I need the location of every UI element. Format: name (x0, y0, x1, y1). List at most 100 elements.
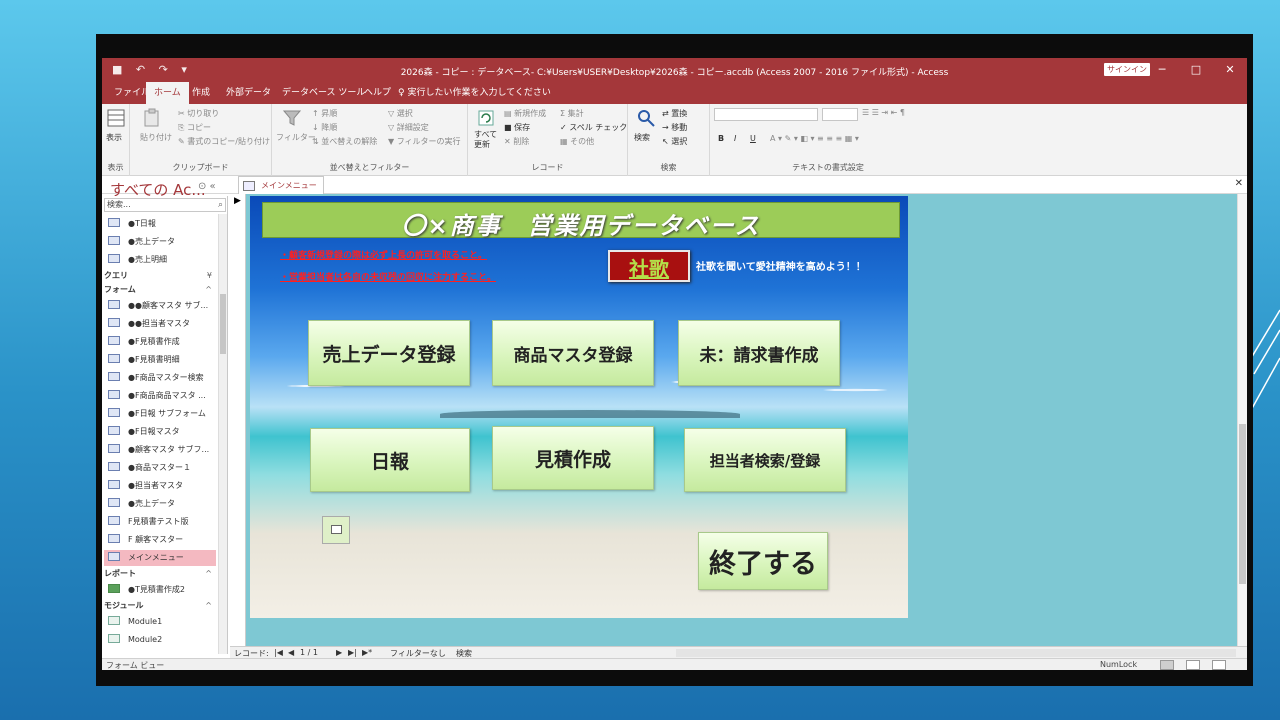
signin-button[interactable]: サインイン (1104, 63, 1150, 76)
nav-group-form[interactable]: フォーム ^ (104, 283, 216, 297)
form-icon (108, 426, 120, 435)
invoice-button[interactable]: 未：請求書作成 (678, 320, 840, 386)
view-button[interactable]: 表示 (106, 132, 122, 143)
nav-table-item[interactable]: ●売上データ (108, 234, 216, 250)
close-document-icon[interactable]: ✕ (1235, 178, 1243, 189)
view-icon[interactable] (106, 108, 126, 128)
underline-button[interactable]: U (750, 134, 756, 143)
nav-form-item[interactable]: F 顧客マスター (108, 532, 216, 548)
new-record-nav-button[interactable]: ▶* (362, 648, 372, 657)
tab-main-menu[interactable]: メインメニュー (238, 176, 324, 194)
nav-group-report[interactable]: レポート ^ (104, 567, 216, 581)
ascending-button[interactable]: ↑ 昇順 (312, 108, 337, 119)
more-button[interactable]: ▦ その他 (560, 136, 594, 147)
maximize-button[interactable]: □ (1179, 58, 1213, 82)
replace-button[interactable]: ⇄ 置換 (662, 108, 687, 119)
tab-help[interactable]: ヘルプ (356, 82, 399, 104)
font-color-icon[interactable]: A ▾ ✎ ▾ ◧ ▾ ≡ ≡ ≡ ▦ ▾ (770, 134, 859, 143)
form-vertical-scrollbar[interactable] (1237, 194, 1247, 646)
layout-view-icon[interactable] (1186, 660, 1200, 670)
next-record-button[interactable]: ▶ (336, 648, 342, 657)
font-size-field[interactable] (822, 108, 858, 121)
product-master-button[interactable]: 商品マスタ登録 (492, 320, 654, 386)
tab-home[interactable]: ホーム (146, 82, 189, 104)
format-painter-button[interactable]: ✎ 書式のコピー/貼り付け (178, 136, 270, 147)
form-view-icon[interactable] (1160, 660, 1174, 670)
design-view-icon[interactable] (1212, 660, 1226, 670)
copy-button[interactable]: ⎘ コピー (178, 122, 211, 133)
close-button[interactable]: ✕ (1213, 58, 1247, 82)
nav-scroll-thumb[interactable] (220, 294, 226, 354)
remove-sort-button[interactable]: ⇅ 並べ替えの解除 (312, 136, 377, 147)
nav-form-item[interactable]: F見積書テスト版 (108, 514, 216, 530)
filter-icon[interactable] (282, 108, 302, 128)
refresh-icon[interactable] (476, 108, 496, 128)
tab-create[interactable]: 作成 (184, 82, 218, 104)
paste-button[interactable]: 貼り付け (140, 132, 172, 143)
nav-form-item[interactable]: ●F見積書作成 (108, 334, 216, 350)
nav-form-item[interactable]: ●顧客マスタ サブフ... (108, 442, 216, 458)
record-selector[interactable]: ▶ (230, 194, 246, 646)
nav-group-query[interactable]: クエリ ¥ (104, 269, 216, 283)
nav-form-item[interactable]: ●商品マスター１ (108, 460, 216, 476)
nav-form-item[interactable]: ●F日報マスタ (108, 424, 216, 440)
record-position[interactable]: 1 / 1 (300, 648, 318, 657)
nav-form-item[interactable]: ●●顧客マスタ サブ... (108, 298, 216, 314)
nav-form-item[interactable]: ●F商品マスター検索 (108, 370, 216, 386)
nav-form-item-selected[interactable]: メインメニュー (104, 550, 216, 566)
nav-module-item[interactable]: Module2 (108, 632, 216, 648)
totals-button[interactable]: Σ 集計 (560, 108, 584, 119)
bold-button[interactable]: B (718, 134, 724, 143)
nav-form-item[interactable]: ●売上データ (108, 496, 216, 512)
nav-form-item[interactable]: ●F見積書明細 (108, 352, 216, 368)
nav-pane-controls[interactable]: ⊙ « (198, 181, 216, 192)
small-form-control[interactable] (322, 516, 350, 544)
search-icon[interactable]: ⌕ (218, 199, 223, 211)
descending-button[interactable]: ↓ 降順 (312, 122, 337, 133)
nav-search-input[interactable]: 検索... ⌕ (104, 198, 226, 212)
first-record-button[interactable]: |◀ (274, 648, 283, 657)
form-scroll-thumb[interactable] (1239, 424, 1246, 584)
delete-record-button[interactable]: ✕ 削除 (504, 136, 529, 147)
sales-entry-button[interactable]: 売上データ登録 (308, 320, 470, 386)
exit-button[interactable]: 終了する (698, 532, 828, 590)
selection-button[interactable]: ▽ 選択 (388, 108, 413, 119)
list-format-icons[interactable]: ☰ ☰ ⇥ ⇤ ¶ (862, 108, 905, 117)
nav-module-item[interactable]: Module1 (108, 614, 216, 630)
nav-form-item[interactable]: ●担当者マスタ (108, 478, 216, 494)
staff-search-button[interactable]: 担当者検索/登録 (684, 428, 846, 492)
tab-external-data[interactable]: 外部データ (218, 82, 279, 104)
save-record-icon: ■ (504, 123, 515, 132)
prev-record-button[interactable]: ◀ (288, 648, 294, 657)
minimize-button[interactable]: ─ (1145, 58, 1179, 82)
last-record-button[interactable]: ▶| (348, 648, 357, 657)
italic-button[interactable]: I (734, 134, 736, 143)
find-button[interactable]: 検索 (634, 132, 650, 143)
nav-form-item[interactable]: ●●担当者マスタ (108, 316, 216, 332)
new-record-button[interactable]: ▤ 新規作成 (504, 108, 546, 119)
daily-report-button[interactable]: 日報 (310, 428, 470, 492)
tell-me-box[interactable]: ♀ 実行したい作業を入力してください (398, 82, 551, 104)
nav-scrollbar[interactable] (218, 214, 227, 654)
advanced-button[interactable]: ▽ 詳細設定 (388, 122, 429, 133)
nav-form-item[interactable]: ●F日報 サブフォーム (108, 406, 216, 422)
cut-button[interactable]: ✂ 切り取り (178, 108, 219, 119)
goto-button[interactable]: → 移動 (662, 122, 687, 133)
find-icon[interactable] (636, 108, 656, 128)
save-record-button[interactable]: ■ 保存 (504, 122, 530, 133)
estimate-button[interactable]: 見積作成 (492, 426, 654, 490)
paste-icon[interactable] (142, 108, 162, 128)
nav-group-module[interactable]: モジュール ^ (104, 599, 216, 613)
nav-table-item[interactable]: ●売上明細 (108, 252, 216, 268)
nav-form-item[interactable]: ●F商品商品マスタ ... (108, 388, 216, 404)
nav-table-item[interactable]: ●T日報 (108, 216, 216, 232)
nav-report-item[interactable]: ●T見積書作成2 (108, 582, 216, 598)
toggle-filter-button[interactable]: ▼ フィルターの実行 (388, 136, 461, 147)
select-button[interactable]: ↖ 選択 (662, 136, 687, 147)
company-song-button[interactable]: 社歌 (608, 250, 690, 282)
filter-button[interactable]: フィルター (276, 132, 316, 143)
spelling-button[interactable]: ✓ スペル チェック (560, 122, 627, 133)
form-horizontal-scrollbar[interactable] (676, 649, 1236, 657)
refresh-all-button[interactable]: すべて 更新 (474, 130, 497, 150)
font-name-field[interactable] (714, 108, 818, 121)
